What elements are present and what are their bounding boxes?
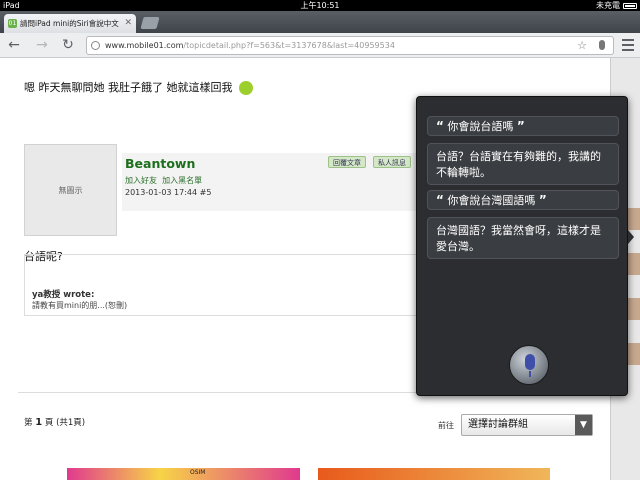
ad-label: OSIM xyxy=(190,469,206,476)
smiley-icon xyxy=(238,81,253,95)
battery-icon xyxy=(623,3,637,9)
menu-icon[interactable] xyxy=(622,39,634,51)
forward-button[interactable]: → xyxy=(34,37,50,53)
siri-response: 台灣國語？我當然會呀，這樣才是愛台灣。 xyxy=(427,217,619,259)
url-path: /topicdetail.php?f=563&t=3137678&last=40… xyxy=(183,41,395,50)
bookmark-star-icon[interactable]: ☆ xyxy=(577,37,587,54)
user-info-panel: Beantown 加入好友 加入黑名單 2013-01-03 17:44 #5 … xyxy=(122,153,424,211)
post-message: 嗯 昨天無聊問她 我肚子餓了 她就這樣回我 xyxy=(24,79,253,95)
goto-label: 前往 xyxy=(438,421,454,430)
favicon-icon: 01 xyxy=(8,19,17,28)
private-message-button[interactable]: 私人訊息 xyxy=(373,156,411,168)
globe-icon xyxy=(91,41,100,50)
tab-strip: 01 請問iPad mini的Siri會說中文 ✕ xyxy=(0,11,640,33)
query-text: 你會說台語嗎 xyxy=(447,120,514,133)
new-tab-button[interactable] xyxy=(140,17,160,29)
reply-post: 無圖示 Beantown 加入好友 加入黑名單 2013-01-03 17:44… xyxy=(24,144,424,236)
page-indicator: 第 1 頁 (共1頁) xyxy=(24,416,85,428)
select-value: 選擇討論群組 xyxy=(468,419,528,430)
voice-search-icon[interactable] xyxy=(599,40,605,50)
siri-response: 台語？台語實在有夠難的，我講的不輪轉啦。 xyxy=(427,143,619,185)
quote-author: ya教授 wrote: xyxy=(32,290,95,300)
add-blacklist-link[interactable]: 加入黑名單 xyxy=(162,176,202,185)
quote-open-icon: “ xyxy=(436,193,444,207)
post-timestamp: 2013-01-03 17:44 #5 xyxy=(125,188,211,197)
post-message-text: 嗯 昨天無聊問她 我肚子餓了 她就這樣回我 xyxy=(24,81,233,94)
battery-status: 未充電 xyxy=(596,1,620,10)
quote-close-icon: ” xyxy=(538,193,547,207)
quote-body: 請教有買mini的朋...(恕刪) xyxy=(32,301,128,310)
clock: 上午10:51 xyxy=(300,1,340,10)
username-link[interactable]: Beantown xyxy=(125,156,195,171)
reply-button[interactable]: 回覆文章 xyxy=(328,156,366,168)
siri-user-query: “ 你會說台語嗎 ” xyxy=(427,116,619,136)
siri-mic-button[interactable] xyxy=(509,345,549,385)
ad-banner[interactable] xyxy=(67,468,300,480)
browser-toolbar: ← → ↻ www.mobile01.com/topicdetail.php?f… xyxy=(0,33,640,58)
ad-banner[interactable] xyxy=(318,468,550,480)
post-number: #5 xyxy=(199,188,212,197)
avatar: 無圖示 xyxy=(24,144,117,236)
dropdown-arrow-icon: ▼ xyxy=(575,415,592,435)
pager-prefix: 第 xyxy=(24,418,36,428)
siri-user-query: “ 你會說台灣國語嗎 ” xyxy=(427,190,619,210)
quote-box: ya教授 wrote: 請教有買mini的朋...(恕刪) xyxy=(24,254,420,316)
timestamp: 2013-01-03 17:44 xyxy=(125,188,198,197)
reload-button[interactable]: ↻ xyxy=(60,37,76,53)
microphone-stand xyxy=(529,371,531,377)
siri-panel: “ 你會說台語嗎 ” 台語？台語實在有夠難的，我講的不輪轉啦。 “ 你會說台灣國… xyxy=(416,96,628,396)
back-button[interactable]: ← xyxy=(6,37,22,53)
browser-tab[interactable]: 01 請問iPad mini的Siri會說中文 ✕ xyxy=(4,14,136,33)
address-bar[interactable]: www.mobile01.com/topicdetail.php?f=563&t… xyxy=(86,36,614,55)
add-friend-link[interactable]: 加入好友 xyxy=(125,176,157,185)
url-host: www.mobile01.com xyxy=(105,41,184,50)
close-tab-icon[interactable]: ✕ xyxy=(124,14,132,33)
quote-open-icon: “ xyxy=(436,119,444,133)
pager-suffix: 頁 (共1頁) xyxy=(42,418,86,428)
quote-close-icon: ” xyxy=(516,119,525,133)
tab-title: 請問iPad mini的Siri會說中文 xyxy=(20,19,119,28)
user-links: 加入好友 加入黑名單 xyxy=(125,175,202,186)
forum-group-select[interactable]: 選擇討論群組 ▼ xyxy=(461,414,593,436)
microphone-icon xyxy=(525,354,535,370)
status-bar: iPad 上午10:51 未充電 xyxy=(0,0,640,11)
siri-pointer xyxy=(628,230,634,244)
query-text: 你會說台灣國語嗎 xyxy=(447,194,536,207)
